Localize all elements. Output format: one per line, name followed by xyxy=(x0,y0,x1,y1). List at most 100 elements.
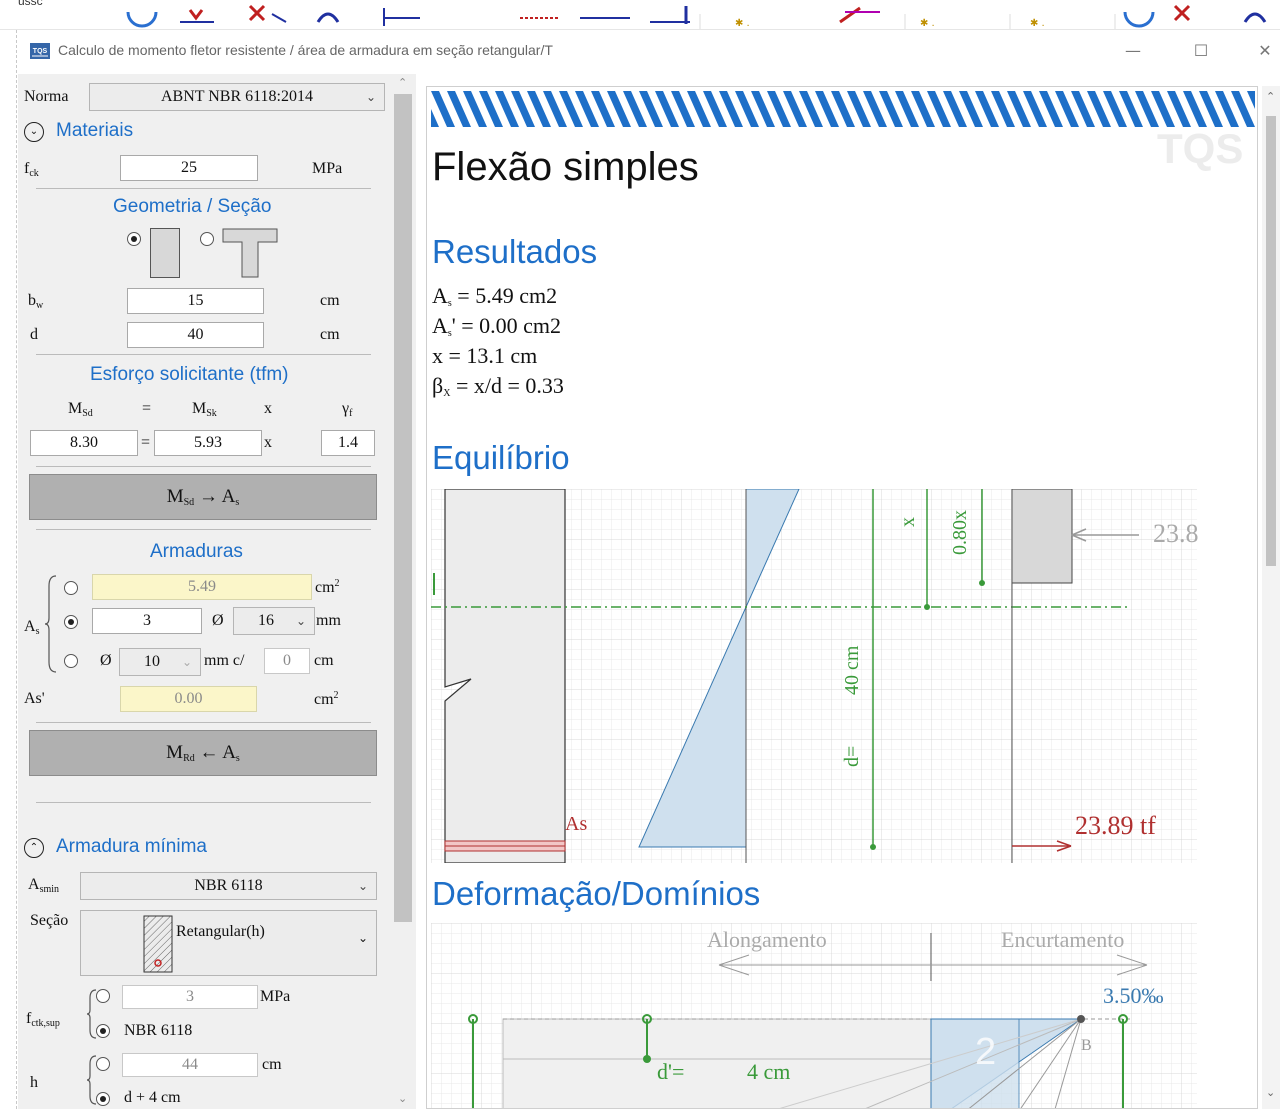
scrollbar-thumb[interactable] xyxy=(1266,116,1276,566)
h-d4-label: d + 4 cm xyxy=(124,1089,181,1106)
divider xyxy=(36,188,371,189)
h-d4-radio[interactable] xyxy=(96,1092,110,1106)
calc-mrd-button[interactable]: MRd ← As xyxy=(29,730,377,776)
h-value-radio[interactable] xyxy=(96,1057,110,1071)
scrollbar-thumb[interactable] xyxy=(394,94,412,922)
d-input[interactable]: 40 xyxy=(127,322,264,348)
d-prime-value: 4 cm xyxy=(747,1059,791,1084)
as-spacing-radio[interactable] xyxy=(64,654,78,668)
minimize-button[interactable]: — xyxy=(1118,38,1148,64)
report-document: TQS Flexão simples Resultados As = 5.49 … xyxy=(426,86,1258,1109)
encurtamento-label: Encurtamento xyxy=(1001,927,1125,952)
window-left-edge xyxy=(16,30,17,1109)
divider xyxy=(36,529,371,530)
armadura-minima-header[interactable]: Armadura mínima xyxy=(56,836,207,858)
secao-select[interactable]: Retangular(h) ⌄ xyxy=(80,910,377,976)
tqs-watermark: TQS xyxy=(1157,125,1244,172)
fck-input[interactable]: 25 xyxy=(120,155,258,181)
scroll-down-icon[interactable]: ⌄ xyxy=(1266,1086,1275,1099)
deformacao-header: Deformação/Domínios xyxy=(432,875,761,912)
spacing-diameter-select[interactable]: 10 ⌄ xyxy=(119,648,201,676)
chevron-down-icon: ⌄ xyxy=(357,931,368,945)
norma-select[interactable]: ABNT NBR 6118:2014 ⌄ xyxy=(89,83,385,111)
expand-armadura-minima-icon[interactable]: ⌃ xyxy=(24,838,44,858)
strain-limit-label: 3.50‰ xyxy=(1103,983,1164,1008)
fctk-unit: MPa xyxy=(260,988,291,1005)
collapse-materiais-icon[interactable]: ⌄ xyxy=(24,122,44,142)
secao-label: Seção xyxy=(30,912,69,929)
as-bars-radio[interactable] xyxy=(64,615,78,629)
armaduras-header: Armaduras xyxy=(150,541,243,562)
fctk-value-radio[interactable] xyxy=(96,989,110,1003)
equals-label: = xyxy=(142,400,152,417)
t-section-icon[interactable] xyxy=(222,228,278,278)
scroll-up-icon[interactable]: ⌃ xyxy=(1266,90,1275,103)
arrow-left-icon: ← xyxy=(199,742,219,763)
as-area-radio[interactable] xyxy=(64,581,78,595)
divider xyxy=(36,722,371,723)
bar-unit: mm xyxy=(316,612,341,629)
d-label: d xyxy=(30,326,38,343)
arrow-right-icon: → xyxy=(198,486,218,507)
fctk-norm-radio[interactable] xyxy=(96,1024,110,1038)
norma-value: ABNT NBR 6118:2014 xyxy=(160,88,313,105)
secao-value: Retangular(h) xyxy=(176,923,265,940)
point-b-label: B xyxy=(1081,1037,1092,1054)
result-as-prime: As' = 0.00 cm2 xyxy=(432,313,562,339)
rect-section-icon[interactable] xyxy=(150,228,180,278)
divider xyxy=(36,802,371,803)
bars-count-input[interactable]: 3 xyxy=(92,608,202,634)
svg-text:✱ .: ✱ . xyxy=(1030,18,1045,29)
equilibrio-header: Equilíbrio xyxy=(432,439,570,476)
as-bar-label: As xyxy=(565,813,588,835)
times-label: x xyxy=(264,434,272,451)
gamma-input[interactable]: 1.4 xyxy=(321,430,375,456)
chevron-down-icon: ⌄ xyxy=(295,614,306,628)
phi-label: Ø xyxy=(100,652,112,669)
fctk-norm-label: NBR 6118 xyxy=(124,1022,193,1039)
section-t-radio[interactable] xyxy=(200,232,214,246)
norma-label: Norma xyxy=(24,88,69,105)
maximize-button[interactable]: ☐ xyxy=(1186,38,1216,64)
geometria-header: Geometria / Seção xyxy=(113,196,272,217)
x-dimension-label: x xyxy=(897,517,919,527)
section-rect-radio[interactable] xyxy=(127,232,141,246)
resultados-header: Resultados xyxy=(432,233,598,270)
msk-input[interactable]: 5.93 xyxy=(154,430,262,456)
close-button[interactable]: ✕ xyxy=(1250,38,1280,64)
svg-text:✱ .: ✱ . xyxy=(920,18,935,29)
spacing-unit: mm c/ xyxy=(204,652,245,669)
alongamento-label: Alongamento xyxy=(707,927,827,952)
d-prime-label: d'= xyxy=(657,1059,685,1084)
gamma-label: γf xyxy=(342,400,353,419)
spacing-input[interactable]: 0 xyxy=(264,648,310,674)
msd-input[interactable]: 8.30 xyxy=(30,430,138,456)
phi-label: Ø xyxy=(212,612,224,629)
scroll-down-icon[interactable]: ⌄ xyxy=(398,1092,407,1105)
asmin-select[interactable]: NBR 6118 ⌄ xyxy=(80,872,377,900)
input-panel: Norma ABNT NBR 6118:2014 ⌄ ⌄ Materiais f… xyxy=(18,74,390,1109)
bar-diameter-select[interactable]: 16 ⌄ xyxy=(233,607,315,635)
h-input[interactable]: 44 xyxy=(122,1053,258,1077)
bw-input[interactable]: 15 xyxy=(127,288,264,314)
header-stripe-banner xyxy=(431,91,1255,127)
brace-icon xyxy=(44,575,57,673)
x080-dimension-label: 0.80x xyxy=(949,510,971,555)
toolbar-icons: ✱ . ✱ . ✱ . xyxy=(126,4,1267,29)
calc-as-button[interactable]: MSd → As xyxy=(29,474,377,520)
esforco-header: Esforço solicitante (tfm) xyxy=(90,364,289,385)
chevron-down-icon: ⌄ xyxy=(365,90,376,104)
d-dimension-label: 40 cm xyxy=(841,645,863,695)
materiais-header[interactable]: Materiais xyxy=(56,120,133,142)
svg-text:TQS: TQS xyxy=(33,48,48,55)
title-bar: TQS Calculo de momento fletor resistente… xyxy=(18,30,1280,72)
divider xyxy=(36,354,371,355)
window-title: Calculo de momento fletor resistente / á… xyxy=(58,42,553,58)
left-panel-scrollbar[interactable]: ⌃ ⌄ xyxy=(390,74,416,1109)
as-prime-label: As' xyxy=(24,690,45,707)
divider xyxy=(36,466,371,467)
scroll-up-icon[interactable]: ⌃ xyxy=(398,76,407,89)
fctk-input[interactable]: 3 xyxy=(122,985,258,1009)
document-scrollbar[interactable]: ⌃ ⌄ xyxy=(1262,86,1280,1109)
fck-label: fck xyxy=(24,160,39,179)
